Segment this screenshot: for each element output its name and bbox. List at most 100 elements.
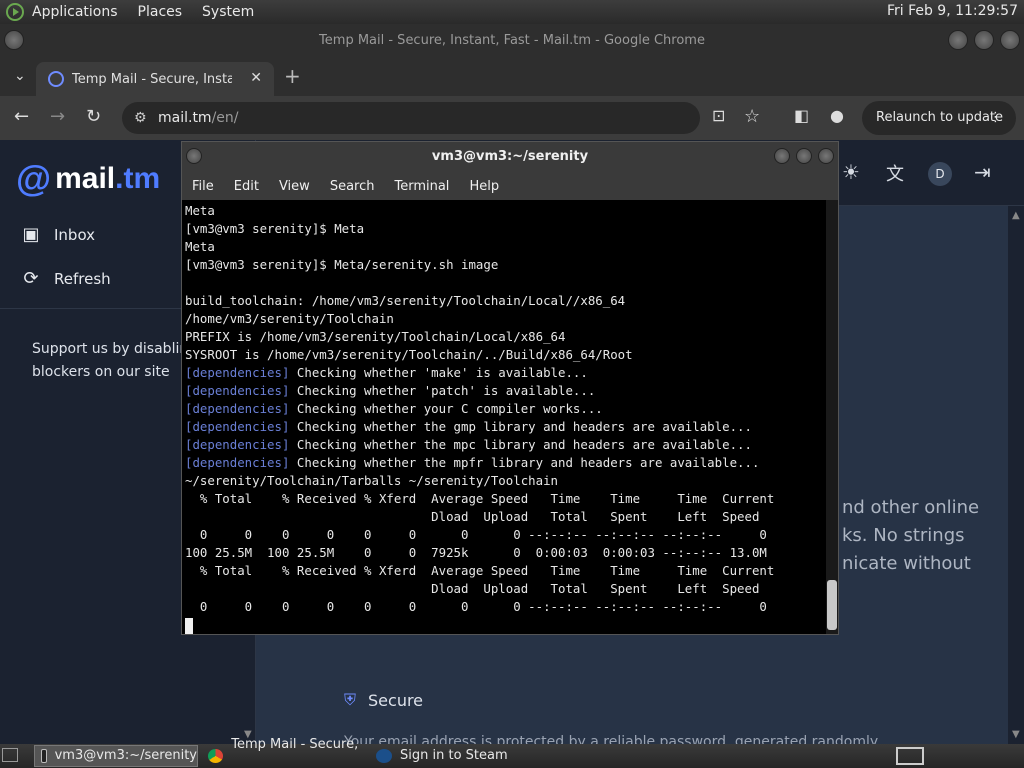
menu-applications[interactable]: Applications [32,4,118,20]
terminal-line: Dload Upload Total Spent Left Speed [185,508,825,526]
terminal-line: 100 25.5M 100 25.5M 0 0 7925k 0 0:00:03 … [185,544,825,562]
terminal-window[interactable]: vm3@vm3:~/serenity File Edit View Search… [181,141,839,635]
terminal-line: ~/serenity/Toolchain/Tarballs ~/serenity… [185,472,825,490]
profile-icon[interactable]: ● [830,106,844,125]
logout-icon[interactable]: ⇥ [974,160,991,184]
terminal-line-text: /home/vm3/serenity/Toolchain [185,311,394,326]
terminal-icon [41,749,47,763]
terminal-line-text: build_toolchain: /home/vm3/serenity/Tool… [185,293,626,308]
reload-icon[interactable]: ↻ [86,106,101,127]
mail-tm-logo[interactable]: @ mail .tm [16,158,160,200]
scroll-up-icon[interactable]: ▲ [1012,210,1020,221]
feature-secure-title: Secure [368,690,424,710]
task-steam[interactable]: Sign in to Steam [370,745,520,767]
terminal-line: Meta [185,202,825,220]
tab-label: Temp Mail - Secure, Instant, Fast - Mail… [72,71,232,87]
scroll-down-icon[interactable]: ▼ [1012,729,1020,740]
dependency-tag: [dependencies] [185,455,290,470]
minimize-button[interactable] [948,30,968,50]
browser-toolbar: ← → ↻ ⚙ mail.tm/en/ ⊡ ☆ ◧ ● Relaunch to … [0,96,1024,140]
terminal-line-text: 0 0 0 0 0 0 0 0 --:--:-- --:--:-- --:--:… [185,599,767,614]
language-icon[interactable]: 文 [886,160,904,186]
menu-system[interactable]: System [202,4,254,20]
tab-temp-mail[interactable]: Temp Mail - Secure, Instant, Fast - Mail… [36,62,274,96]
task-chrome[interactable]: Temp Mail - Secure, ... [202,737,368,768]
page-scrollbar[interactable]: ▲ ▼ [1008,206,1024,744]
terminal-output[interactable]: Meta [vm3@vm3 serenity]$ Meta Meta [vm3@vm3… [185,200,825,634]
terminal-line: [vm3@vm3 serenity]$ Meta [185,220,825,238]
install-app-icon[interactable]: ⊡ [712,106,725,125]
terminal-menu-edit[interactable]: Edit [234,179,259,194]
terminal-line-text: % Total % Received % Xferd Average Speed… [185,563,775,578]
terminal-line: SYSROOT is /home/vm3/serenity/Toolchain/… [185,346,825,364]
window-menu-button[interactable] [4,30,24,50]
terminal-scroll-thumb[interactable] [827,580,837,630]
back-arrow-icon[interactable]: ← [14,106,29,127]
terminal-line-text: [vm3@vm3 serenity]$ Meta/serenity.sh ima… [185,257,499,272]
task-label: Sign in to Steam [400,748,508,763]
relaunch-to-update-button[interactable]: Relaunch to update ⋮ [862,101,1016,135]
shield-icon: ⛨ [344,690,357,709]
terminal-minimize-button[interactable] [774,148,790,164]
forward-arrow-icon[interactable]: → [50,106,65,127]
dependency-tag: [dependencies] [185,437,290,452]
steam-icon [376,749,392,763]
url-host: mail.tm [158,110,212,126]
panel-clock[interactable]: Fri Feb 9, 11:29:57 [887,3,1018,19]
url-path: /en/ [211,110,239,126]
side-panel-icon[interactable]: ◧ [794,106,809,125]
terminal-line: [dependencies] Checking whether the mpc … [185,436,825,454]
terminal-line: build_toolchain: /home/vm3/serenity/Tool… [185,292,825,310]
sidebar-item-inbox[interactable]: ▣ Inbox [20,224,95,245]
sidebar-item-refresh[interactable]: ⟳ Refresh [20,268,110,289]
terminal-line-text: Checking whether the gmp library and hea… [289,419,752,434]
window-control-buttons [948,30,1020,50]
maximize-button[interactable] [974,30,994,50]
site-info-icon[interactable]: ⚙ [134,102,147,134]
terminal-line: [dependencies] Checking whether the mpfr… [185,454,825,472]
show-desktop-button[interactable] [2,748,18,762]
terminal-menu-help[interactable]: Help [469,179,499,194]
close-window-button[interactable] [1000,30,1020,50]
more-menu-icon[interactable]: ⋮ [989,101,1002,135]
terminal-line-text: [vm3@vm3 serenity]$ Meta [185,221,365,236]
terminal-line-text: Dload Upload Total Spent Left Speed [185,509,760,524]
terminal-line: 0 0 0 0 0 0 0 0 --:--:-- --:--:-- --:--:… [185,598,825,616]
task-terminal[interactable]: vm3@vm3:~/serenity [34,745,198,767]
tab-close-icon[interactable]: ✕ [250,70,262,86]
terminal-scrollbar[interactable] [826,200,838,634]
terminal-line: % Total % Received % Xferd Average Speed… [185,562,825,580]
brand-name: mail [55,162,116,195]
address-bar[interactable]: ⚙ mail.tm/en/ [122,102,700,134]
terminal-line-text: SYSROOT is /home/vm3/serenity/Toolchain/… [185,347,633,362]
terminal-menu-search[interactable]: Search [330,179,375,194]
theme-toggle-sun-icon[interactable]: ☀ [842,160,860,184]
workspace-switcher[interactable] [896,747,924,765]
terminal-line: % Total % Received % Xferd Average Speed… [185,490,825,508]
terminal-title-bar[interactable]: vm3@vm3:~/serenity [182,142,838,172]
window-menu-buttons [4,30,24,50]
content-text-line: ks. No strings [842,525,965,546]
tab-search-chevron-icon[interactable]: ⌄ [14,68,26,84]
new-tab-button[interactable]: + [284,64,301,88]
bookmark-star-icon[interactable]: ☆ [744,106,760,127]
distro-logo-icon[interactable] [6,3,24,21]
avatar[interactable]: D [928,162,952,186]
terminal-close-button[interactable] [818,148,834,164]
terminal-menu-terminal[interactable]: Terminal [394,179,449,194]
terminal-menu-view[interactable]: View [279,179,310,194]
terminal-line-text: Meta [185,203,215,218]
brand-at-icon: @ [16,158,52,199]
dependency-tag: [dependencies] [185,383,290,398]
terminal-prompt-line[interactable] [185,616,825,634]
chrome-icon [208,749,224,763]
terminal-line: [dependencies] Checking whether 'make' i… [185,364,825,382]
refresh-icon: ⟳ [23,268,39,289]
menu-places[interactable]: Places [138,4,183,20]
relaunch-label: Relaunch to update [876,110,1004,125]
terminal-maximize-button[interactable] [796,148,812,164]
terminal-menu-file[interactable]: File [192,179,214,194]
terminal-cursor [185,617,193,634]
terminal-menu-button[interactable] [186,148,202,164]
